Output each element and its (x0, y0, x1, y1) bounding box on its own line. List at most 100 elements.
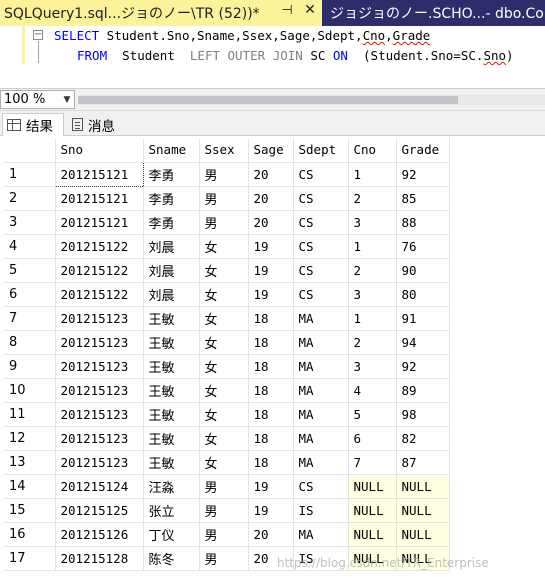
cell-sno[interactable]: 201215125 (55, 498, 144, 523)
scrollbar-thumb[interactable] (78, 96, 458, 104)
row-number[interactable]: 13 (4, 450, 56, 475)
cell-sname[interactable]: 刘晨 (143, 258, 200, 283)
column-header-sname[interactable]: Sname (143, 138, 200, 163)
cell-sno[interactable]: 201215124 (55, 474, 144, 499)
cell-sage[interactable]: 20 (248, 210, 294, 235)
cell-cno[interactable]: 3 (348, 210, 397, 235)
tab-table-designer[interactable]: ジョジョのノー.SCHO...- dbo.Co (326, 0, 544, 26)
row-number[interactable]: 5 (4, 258, 56, 283)
cell-sname[interactable]: 李勇 (143, 162, 200, 187)
row-number[interactable]: 1 (4, 162, 56, 187)
cell-sno[interactable]: 201215122 (55, 282, 144, 307)
table-row[interactable]: 2 201215121 李勇男 20 CS 2 85 (4, 186, 450, 211)
table-row[interactable]: 7 201215123 王敏女 18 MA 1 91 (4, 306, 450, 331)
cell-ssex[interactable]: 男 (199, 522, 249, 547)
table-row[interactable]: 3 201215121 李勇男 20 CS 3 88 (4, 210, 450, 235)
tab-results[interactable]: 结果 (2, 113, 64, 136)
cell-sno[interactable]: 201215123 (55, 354, 144, 379)
cell-grade[interactable]: 90 (396, 258, 450, 283)
cell-sage[interactable]: 19 (248, 282, 294, 307)
cell-grade[interactable]: 80 (396, 282, 450, 307)
cell-grade[interactable]: 92 (396, 162, 450, 187)
cell-ssex[interactable]: 男 (199, 474, 249, 499)
cell-sdept[interactable]: CS (293, 234, 349, 259)
cell-grade[interactable]: 87 (396, 450, 450, 475)
cell-sno[interactable]: 201215121 (54, 161, 144, 187)
zoom-dropdown[interactable]: 100 % ▼ (0, 90, 75, 109)
results-grid[interactable]: Sno Sname Ssex Sage Sdept Cno Grade 1 201… (0, 136, 545, 584)
cell-sage[interactable]: 18 (248, 378, 294, 403)
cell-sname[interactable]: 王敏 (143, 354, 200, 379)
cell-sage[interactable]: 20 (248, 186, 294, 211)
cell-cno[interactable]: 2 (348, 330, 397, 355)
row-number[interactable]: 8 (4, 330, 56, 355)
cell-ssex[interactable]: 女 (199, 426, 249, 451)
column-header-ssex[interactable]: Ssex (199, 138, 249, 163)
cell-cno[interactable]: 5 (348, 402, 397, 427)
cell-sno[interactable]: 201215123 (55, 450, 144, 475)
cell-sname[interactable]: 王敏 (143, 402, 200, 427)
code-line-2[interactable]: FROM Student LEFT OUTER JOIN SC ON (Stud… (77, 48, 514, 63)
row-number[interactable]: 10 (4, 378, 56, 403)
cell-sage[interactable]: 18 (248, 450, 294, 475)
cell-sdept[interactable]: CS (293, 258, 349, 283)
cell-sname[interactable]: 李勇 (143, 210, 200, 235)
table-row[interactable]: 6 201215122 刘晨女 19 CS 3 80 (4, 282, 450, 307)
cell-sname[interactable]: 李勇 (143, 186, 200, 211)
horizontal-scrollbar[interactable] (78, 95, 545, 105)
cell-sname[interactable]: 丁仪 (143, 522, 200, 547)
cell-ssex[interactable]: 男 (199, 210, 249, 235)
cell-sname[interactable]: 王敏 (143, 450, 200, 475)
cell-cno[interactable]: 7 (348, 450, 397, 475)
cell-sdept[interactable]: CS (293, 162, 349, 187)
code-line-1[interactable]: SELECT Student.Sno,Sname,Ssex,Sage,Sdept… (54, 28, 430, 43)
cell-sno[interactable]: 201215126 (55, 522, 144, 547)
row-number[interactable]: 2 (4, 186, 56, 211)
cell-sage[interactable]: 19 (248, 498, 294, 523)
collapse-icon[interactable]: − (33, 30, 43, 40)
cell-sno[interactable]: 201215123 (55, 378, 144, 403)
cell-grade[interactable]: 98 (396, 402, 450, 427)
cell-sdept[interactable]: CS (293, 186, 349, 211)
table-row[interactable]: 1 201215121 李勇男 20 CS 1 92 (4, 161, 450, 187)
cell-ssex[interactable]: 女 (199, 234, 249, 259)
cell-sno[interactable]: 201215123 (55, 402, 144, 427)
row-number[interactable]: 6 (4, 282, 56, 307)
cell-ssex[interactable]: 女 (199, 258, 249, 283)
row-number[interactable]: 14 (4, 474, 56, 499)
cell-grade[interactable]: NULL (396, 522, 450, 547)
table-row[interactable]: 11 201215123 王敏女 18 MA 5 98 (4, 402, 450, 427)
cell-grade[interactable]: NULL (396, 498, 450, 523)
table-row[interactable]: 4 201215122 刘晨女 19 CS 1 76 (4, 234, 450, 259)
tab-messages[interactable]: 消息 (68, 113, 128, 136)
cell-sname[interactable]: 王敏 (143, 378, 200, 403)
cell-sdept[interactable]: MA (293, 306, 349, 331)
cell-sdept[interactable]: CS (293, 474, 349, 499)
cell-ssex[interactable]: 女 (199, 378, 249, 403)
cell-sdept[interactable]: MA (293, 426, 349, 451)
cell-grade[interactable]: NULL (396, 474, 450, 499)
cell-sno[interactable]: 201215128 (55, 546, 144, 571)
column-header-rownum[interactable] (4, 138, 56, 163)
table-row[interactable]: 5 201215122 刘晨女 19 CS 2 90 (4, 258, 450, 283)
cell-sname[interactable]: 汪淼 (143, 474, 200, 499)
table-row[interactable]: 16 201215126 丁仪男 20 MA NULL NULL (4, 522, 450, 547)
pin-icon[interactable]: ⊣ (279, 3, 295, 18)
cell-cno[interactable]: NULL (348, 498, 397, 523)
cell-ssex[interactable]: 女 (199, 354, 249, 379)
table-row[interactable]: 13 201215123 王敏女 18 MA 7 87 (4, 450, 450, 475)
cell-sno[interactable]: 201215121 (55, 186, 144, 211)
cell-sdept[interactable]: CS (293, 282, 349, 307)
row-number[interactable]: 4 (4, 234, 56, 259)
cell-sage[interactable]: 18 (248, 354, 294, 379)
chevron-down-icon[interactable]: ▼ (60, 95, 74, 105)
cell-sdept[interactable]: MA (293, 522, 349, 547)
cell-sname[interactable]: 王敏 (143, 330, 200, 355)
table-row[interactable]: 9 201215123 王敏女 18 MA 3 92 (4, 354, 450, 379)
cell-sname[interactable]: 陈冬 (143, 546, 200, 571)
cell-sage[interactable]: 20 (248, 162, 294, 187)
cell-sage[interactable]: 19 (248, 258, 294, 283)
close-icon[interactable]: ✕ (302, 2, 318, 18)
cell-cno[interactable]: 1 (348, 162, 397, 187)
cell-ssex[interactable]: 女 (199, 330, 249, 355)
